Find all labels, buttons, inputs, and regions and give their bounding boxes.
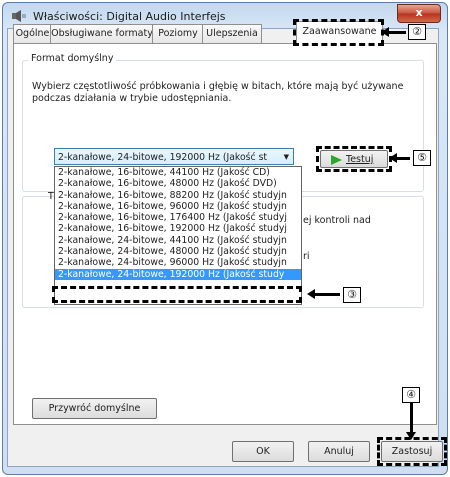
arrow-left-icon [389,153,410,163]
restore-defaults-button[interactable]: Przywróć domyślne [32,398,157,419]
dropdown-option[interactable]: 2-kanałowe, 16-bitowe, 96000 Hz (Jakość … [55,201,301,212]
dropdown-option-selected[interactable]: 2-kanałowe, 24-bitowe, 192000 Hz (Jakość… [55,268,301,280]
dropdown-option[interactable]: 2-kanałowe, 24-bitowe, 96000 Hz (Jakość … [55,257,301,268]
highlight-test-button [316,146,392,172]
tab-levels[interactable]: Poziomy [152,24,204,43]
callout-5: ⑤ [413,150,431,166]
sample-rate-select[interactable]: 2-kanałowe, 24-bitowe, 192000 Hz (Jakość… [54,148,294,165]
tab-enhancements[interactable]: Ulepszenia [202,24,262,43]
callout-3: ③ [343,287,361,303]
hidden-text-fragment-2: ri [303,251,310,262]
speaker-icon [12,10,26,22]
callout-4: ④ [402,387,420,403]
highlight-tab-advanced [293,19,384,46]
cancel-button[interactable]: Anuluj [308,441,370,462]
tab-general[interactable]: Ogólne [13,24,52,43]
chevron-down-icon[interactable]: ▼ [284,149,289,164]
window-title: Właściwości: Digital Audio Interfejs [33,10,226,23]
dropdown-option[interactable]: 2-kanałowe, 16-bitowe, 192000 Hz (Jakość… [55,223,301,234]
highlight-selected-option [52,286,302,303]
dropdown-option[interactable]: 2-kanałowe, 16-bitowe, 48000 Hz (Jakość … [55,178,301,189]
sample-rate-dropdown[interactable]: 2-kanałowe, 16-bitowe, 44100 Hz (Jakość … [54,166,302,305]
close-button[interactable]: x [397,4,441,23]
group-legend: Format domyślny [28,53,117,64]
format-description: Wybierz częstotliwość próbkowania i głęb… [32,81,404,104]
tab-supported-formats[interactable]: Obsługiwane formaty [50,24,154,43]
select-value: 2-kanałowe, 24-bitowe, 192000 Hz (Jakość… [58,152,268,163]
arrow-left-icon [381,27,406,37]
arrow-down-icon [406,403,416,440]
dropdown-option[interactable]: 2-kanałowe, 16-bitowe, 88200 Hz (Jakość … [55,190,301,201]
hidden-legend-fragment: T [48,191,54,202]
dropdown-option[interactable]: 2-kanałowe, 16-bitowe, 176400 Hz (Jakość… [55,212,301,223]
dropdown-option[interactable]: 2-kanałowe, 16-bitowe, 44100 Hz (Jakość … [55,167,301,178]
highlight-apply-button [377,437,447,466]
hidden-text-fragment: ej kontroli nad [303,215,371,226]
arrow-left-icon [307,289,340,299]
callout-2: ② [408,24,426,40]
dropdown-option[interactable]: 2-kanałowe, 24-bitowe, 44100 Hz (Jakość … [55,235,301,246]
dropdown-option[interactable]: 2-kanałowe, 24-bitowe, 48000 Hz (Jakość … [55,246,301,257]
ok-button[interactable]: OK [232,441,294,462]
